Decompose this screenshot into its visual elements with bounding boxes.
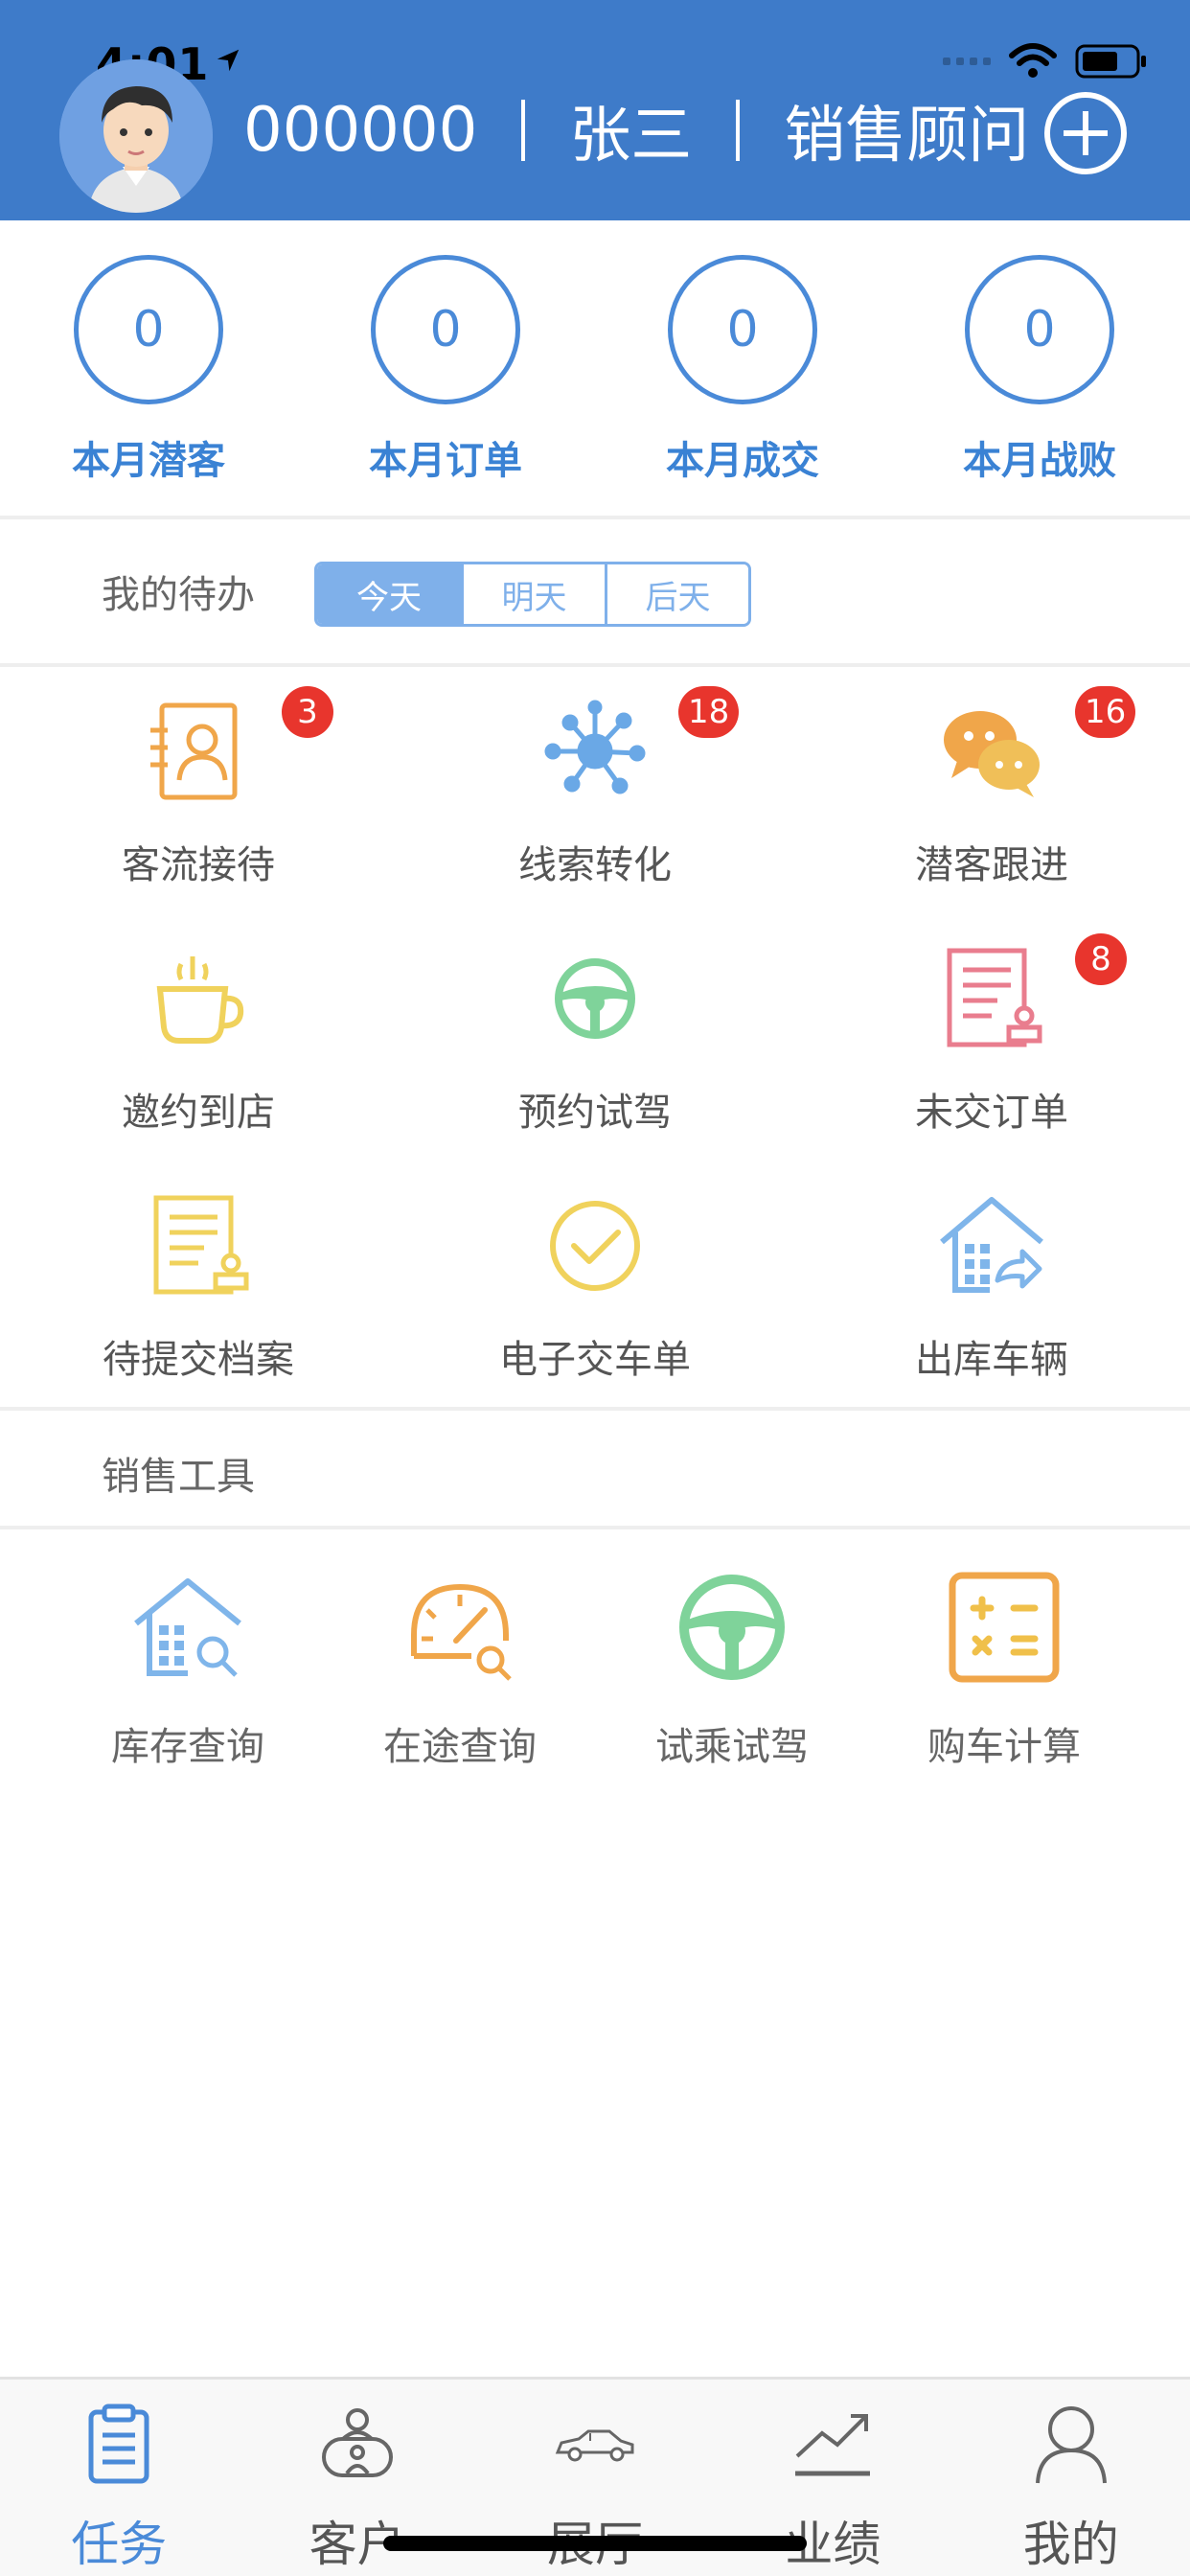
user-icon xyxy=(1028,2401,1114,2487)
tool-label: 试乘试驾 xyxy=(655,1725,809,1769)
network-node-icon xyxy=(538,694,652,809)
task-invite-to-store[interactable]: 邀约到店 xyxy=(0,918,397,1165)
task-label: 潜客跟进 xyxy=(915,843,1068,887)
stat-value: 0 xyxy=(74,255,223,404)
badge-count: 3 xyxy=(282,686,333,738)
location-arrow-icon xyxy=(217,49,240,72)
stat-value: 0 xyxy=(965,255,1114,404)
task-prospect-followup[interactable]: 16 潜客跟进 xyxy=(793,671,1190,918)
calculator-icon xyxy=(945,1568,1064,1687)
stat-potential-customers[interactable]: 0 本月潜客 xyxy=(0,220,297,516)
divider xyxy=(736,100,741,161)
stat-label: 本月战败 xyxy=(963,439,1116,483)
user-name: 张三 xyxy=(569,101,693,172)
task-label: 客流接待 xyxy=(122,843,275,887)
stat-lost[interactable]: 0 本月战败 xyxy=(891,220,1188,516)
document-stamp-icon xyxy=(141,1188,256,1303)
monthly-stats: 0 本月潜客 0 本月订单 0 本月成交 0 本月战败 xyxy=(0,220,1190,519)
user-role: 销售顾问 xyxy=(784,101,1030,172)
speedometer-search-icon xyxy=(400,1568,519,1687)
coffee-cup-icon xyxy=(141,941,256,1056)
visitor-card-icon xyxy=(141,694,256,809)
task-outbound-vehicles[interactable]: 出库车辆 xyxy=(793,1165,1190,1413)
tool-inventory-query[interactable]: 库存查询 xyxy=(52,1533,324,1771)
order-stamp-icon xyxy=(934,941,1049,1056)
tool-purchase-calculator[interactable]: 购车计算 xyxy=(868,1533,1140,1771)
home-indicator[interactable] xyxy=(383,2536,807,2551)
car-icon xyxy=(552,2401,638,2487)
user-avatar[interactable] xyxy=(59,59,213,213)
customer-icon xyxy=(314,2401,400,2487)
stat-label: 本月成交 xyxy=(666,439,819,483)
tab-tomorrow[interactable]: 明天 xyxy=(461,564,605,624)
task-label: 线索转化 xyxy=(518,843,672,887)
task-lead-conversion[interactable]: 18 线索转化 xyxy=(397,671,793,918)
tab-label: 我的 xyxy=(1022,2517,1119,2572)
sales-tools-title: 销售工具 xyxy=(102,1455,255,1499)
steering-wheel-icon xyxy=(538,941,652,1056)
badge-count: 16 xyxy=(1075,686,1136,738)
cellular-signal-icon xyxy=(943,58,991,65)
wifi-icon xyxy=(1009,43,1057,78)
task-label: 邀约到店 xyxy=(122,1091,275,1135)
stat-value: 0 xyxy=(668,255,817,404)
stat-label: 本月订单 xyxy=(369,439,522,483)
tab-label: 任务 xyxy=(71,2517,168,2572)
clipboard-icon xyxy=(76,2401,162,2487)
stat-orders[interactable]: 0 本月订单 xyxy=(297,220,594,516)
task-label: 电子交车单 xyxy=(499,1338,691,1382)
day-segmented-control: 今天 明天 后天 xyxy=(314,562,751,627)
todo-section-header: 我的待办 今天 明天 后天 xyxy=(0,523,1190,667)
task-pending-archives[interactable]: 待提交档案 xyxy=(0,1165,397,1413)
tool-test-ride-drive[interactable]: 试乘试驾 xyxy=(596,1533,868,1771)
avatar-illustration-icon xyxy=(59,59,213,213)
task-label: 未交订单 xyxy=(915,1091,1068,1135)
tab-tasks[interactable]: 任务 xyxy=(0,2380,238,2576)
warehouse-out-icon xyxy=(934,1188,1049,1303)
stat-value: 0 xyxy=(371,255,520,404)
todo-title: 我的待办 xyxy=(102,573,255,617)
tool-label: 在途查询 xyxy=(383,1725,537,1769)
stat-deals[interactable]: 0 本月成交 xyxy=(594,220,891,516)
task-label: 待提交档案 xyxy=(103,1338,294,1382)
tool-label: 购车计算 xyxy=(927,1725,1081,1769)
stat-label: 本月潜客 xyxy=(72,439,225,483)
tool-label: 库存查询 xyxy=(111,1725,264,1769)
chat-bubbles-icon xyxy=(934,694,1049,809)
user-id: 000000 xyxy=(243,95,478,166)
steering-wheel-icon xyxy=(673,1568,791,1687)
task-visitor-reception[interactable]: 3 客流接待 xyxy=(0,671,397,918)
task-test-drive-booking[interactable]: 预约试驾 xyxy=(397,918,793,1165)
warehouse-search-icon xyxy=(128,1568,247,1687)
status-bar-indicators xyxy=(943,42,1148,80)
add-button[interactable] xyxy=(1044,92,1127,174)
tab-day-after-tomorrow[interactable]: 后天 xyxy=(605,564,748,624)
trend-chart-icon xyxy=(790,2401,876,2487)
divider xyxy=(521,100,526,161)
sales-tools-grid: 库存查询 在途查询 试乘试驾 购车计算 xyxy=(0,1533,1190,1802)
app-header: 4:01 000000 张三 xyxy=(0,0,1190,220)
task-label: 预约试驾 xyxy=(518,1091,672,1135)
task-grid: 3 客流接待 18 线索转化 16 潜客跟进 邀约到店 预约试驾 8 未交订单 … xyxy=(0,671,1190,1411)
battery-icon xyxy=(1075,44,1146,79)
task-electronic-delivery[interactable]: 电子交车单 xyxy=(397,1165,793,1413)
task-unsubmitted-orders[interactable]: 8 未交订单 xyxy=(793,918,1190,1165)
sales-tools-header: 销售工具 xyxy=(0,1414,1190,1530)
task-label: 出库车辆 xyxy=(915,1338,1068,1382)
check-circle-icon xyxy=(538,1188,652,1303)
tab-today[interactable]: 今天 xyxy=(317,564,461,624)
tool-in-transit-query[interactable]: 在途查询 xyxy=(324,1533,596,1771)
tab-me[interactable]: 我的 xyxy=(952,2380,1190,2576)
user-info: 000000 张三 销售顾问 xyxy=(243,86,1029,174)
badge-count: 18 xyxy=(678,686,740,738)
badge-count: 8 xyxy=(1075,933,1127,985)
